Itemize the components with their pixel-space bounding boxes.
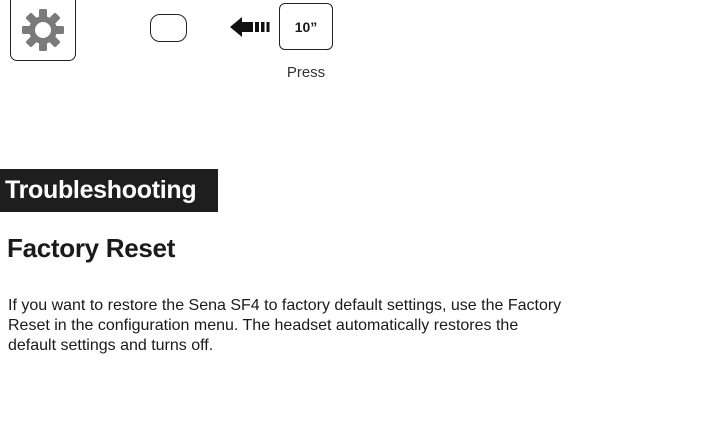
section-title: Troubleshooting (5, 176, 197, 204)
body-paragraph: If you want to restore the Sena SF4 to f… (8, 296, 707, 356)
body-line: default settings and turns off. (8, 337, 214, 354)
press-duration-button: 10” (279, 3, 333, 50)
subsection-title: Factory Reset (7, 233, 176, 263)
gear-button-illustration (10, 0, 76, 61)
press-label: Press (286, 64, 326, 81)
press-duration: 10” (294, 18, 318, 35)
left-arrow-icon (230, 17, 270, 37)
body-line: If you want to restore the Sena SF4 to f… (8, 297, 562, 314)
gear-icon (22, 9, 64, 51)
section-header: Troubleshooting (0, 169, 218, 212)
round-button-icon (150, 14, 187, 42)
body-line: Reset in the configuration menu. The hea… (8, 317, 519, 334)
